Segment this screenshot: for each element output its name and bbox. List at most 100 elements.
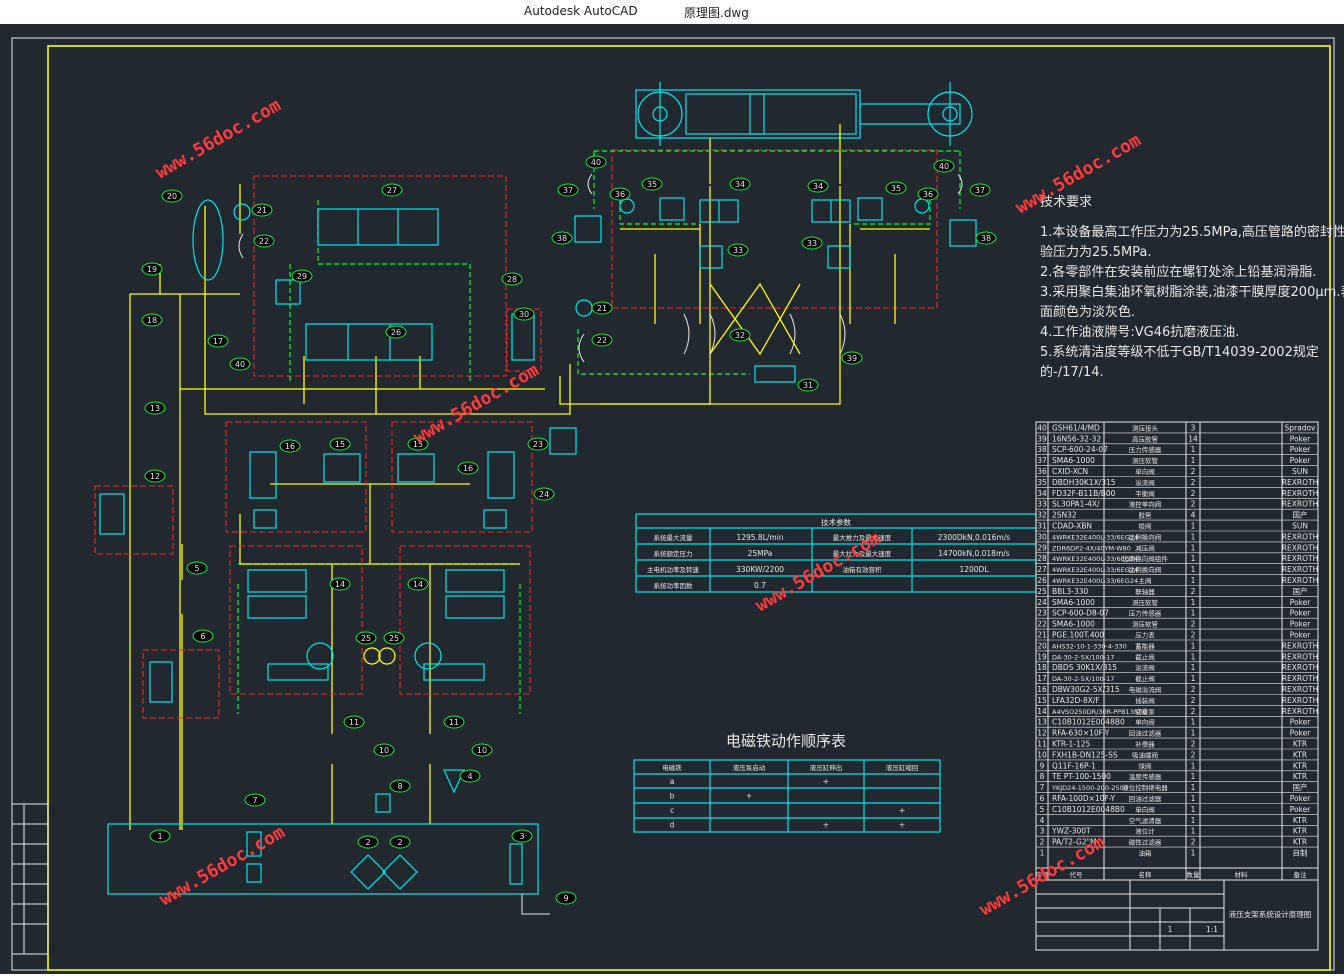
- tech-notes-lines: 1.本设备最高工作压力为25.5MPa,高压管路的密封性试验压力为25.5MPa…: [1040, 224, 1344, 380]
- drawing-scale: 1:1: [1206, 925, 1218, 934]
- bom-cell: 25: [1037, 587, 1047, 596]
- bom-cell: 22: [1037, 620, 1047, 629]
- bom-cell: 平衡阀: [1135, 489, 1155, 498]
- bom-cell: Q11F-16P-1: [1052, 761, 1096, 770]
- bom-cell: DBDH30K1X/315: [1052, 478, 1116, 487]
- bom-cell: 测压软管: [1132, 598, 1159, 607]
- part-tags: 12 2345678910 1011 11121314 1415 151616171819…: [141, 155, 997, 905]
- drain-valve: [521, 894, 550, 915]
- bom-cell: 18: [1037, 663, 1047, 672]
- part-tag-2: 2: [389, 835, 411, 849]
- bom-cell: 34: [1037, 489, 1047, 498]
- bom-cell: 磁性过滤器: [1129, 838, 1162, 847]
- bom-cell: 9: [1040, 761, 1045, 770]
- bom-cell: FXH1B-DN125-SS: [1052, 750, 1118, 759]
- solenoid-cell: c: [670, 806, 674, 815]
- bom-cell: SL30PA1-4X/: [1052, 500, 1100, 509]
- bom-header-cell: 材料: [1235, 870, 1249, 879]
- param-cell: 系统额定压力: [654, 549, 693, 558]
- part-tag-14: 14: [329, 577, 351, 591]
- bom-cell: C10B1012E0048B0: [1052, 805, 1125, 814]
- bom-cell: 1: [1191, 609, 1196, 618]
- part-tag-29: 29: [291, 269, 313, 283]
- bom-cell: 电磁溢流阀: [1129, 685, 1162, 694]
- bom-cell: REXROTH: [1282, 532, 1318, 541]
- bom-cell: 测压接头: [1132, 423, 1159, 432]
- svg-text:19: 19: [147, 265, 157, 274]
- bom-cell: 1: [1191, 794, 1196, 803]
- bom-cell: SCP-600-D8-07: [1052, 609, 1109, 618]
- bom-cell: 5: [1040, 805, 1045, 814]
- bom-cell: 1: [1191, 598, 1196, 607]
- svg-text:21: 21: [257, 206, 267, 215]
- svg-text:2: 2: [365, 838, 370, 847]
- svg-text:40: 40: [591, 158, 601, 167]
- document-name[interactable]: 原理图.dwg: [684, 4, 749, 21]
- bom-cell: 压力表: [1135, 631, 1155, 640]
- bom-cell: 16N56-32-32: [1052, 434, 1101, 443]
- svg-text:30: 30: [519, 310, 529, 319]
- svg-text:32: 32: [735, 331, 745, 340]
- bom-cell: AHS32-10-1-330-4-330: [1052, 642, 1127, 650]
- bom-cell: 比例换向阀: [1129, 565, 1162, 574]
- part-tag-17: 17: [207, 334, 229, 348]
- part-tag-14: 14: [407, 577, 429, 591]
- bom-cell: Poker: [1290, 631, 1312, 640]
- param-cell: 2300DkN,0.016m/s: [938, 533, 1011, 542]
- part-tag-37: 37: [969, 183, 991, 197]
- bom-cell: 1: [1191, 663, 1196, 672]
- bom-cell: 高压胶管: [1132, 434, 1159, 443]
- bom-cell: 20: [1037, 641, 1047, 650]
- bom-cell: 胶管: [1139, 511, 1153, 520]
- bom-header-cell: 备注: [1294, 870, 1308, 879]
- pilot-lines: [237, 150, 961, 714]
- part-tag-21: 21: [251, 203, 273, 217]
- svg-text:3: 3: [519, 832, 524, 841]
- param-cell: 14700kN,0.018m/s: [938, 549, 1010, 558]
- bom-cell: 1: [1191, 805, 1196, 814]
- bom-cell: 6: [1040, 794, 1045, 803]
- bom-cell: 液控单向阀: [1129, 500, 1162, 509]
- bom-cell: KTR: [1293, 740, 1307, 749]
- svg-text:7: 7: [252, 796, 257, 805]
- bom-cell: 15: [1037, 696, 1047, 705]
- bom-cell: 联轴器: [1135, 587, 1155, 596]
- svg-text:10: 10: [379, 746, 389, 755]
- svg-text:36: 36: [923, 190, 933, 199]
- part-tag-22: 22: [591, 333, 613, 347]
- bom-cell: 1: [1191, 565, 1196, 574]
- param-cell: 主电机功率及转速: [647, 565, 700, 574]
- bom-cell: 3: [1191, 423, 1196, 432]
- bom-cell: 1: [1191, 532, 1196, 541]
- svg-text:24: 24: [539, 490, 549, 499]
- svg-text:22: 22: [259, 237, 269, 246]
- bom-header-cell: 数量: [1187, 870, 1201, 879]
- svg-text:14: 14: [413, 580, 423, 589]
- part-tag-25: 25: [355, 631, 377, 645]
- bom-cell: KTR: [1293, 772, 1307, 781]
- bom-cell: 10: [1037, 750, 1047, 759]
- bom-cell: DBDS 30K1X/315: [1052, 663, 1117, 672]
- svg-text:17: 17: [213, 337, 223, 346]
- left-margin-stamp: [11, 803, 49, 955]
- bom-cell: SMA6-1000: [1052, 456, 1095, 465]
- drawing-canvas[interactable]: 1 2 2 3 4 5 6 7 8 9 10 10 11 11 12 13 14 14 15 15 16 16 17 18 19…: [0, 24, 1344, 974]
- solenoid-header-cell: 电磁铁: [662, 763, 682, 772]
- bom-cell: 1: [1191, 816, 1196, 825]
- bom-cell: RFA-630×10F-Y: [1052, 729, 1110, 738]
- bom-cell: 2: [1191, 838, 1196, 847]
- pump-block-left: [229, 545, 363, 695]
- svg-text:8: 8: [397, 782, 402, 791]
- bom-cell: 国产: [1293, 510, 1308, 520]
- bom-cell: 17: [1037, 674, 1047, 683]
- hydraulic-cylinder: [635, 82, 973, 146]
- part-tag-15: 15: [329, 437, 351, 451]
- part-tag-30: 30: [513, 307, 535, 321]
- cylinder-lines: [709, 124, 841, 184]
- bom-cell: CDAD-XBN: [1052, 522, 1092, 531]
- bom-cell: DA-30-2-5X/100-17: [1052, 675, 1114, 683]
- bom-cell: 13: [1037, 718, 1047, 727]
- solenoid-cell: b: [670, 792, 675, 801]
- svg-text:35: 35: [647, 180, 657, 189]
- part-tag-40: 40: [229, 357, 251, 371]
